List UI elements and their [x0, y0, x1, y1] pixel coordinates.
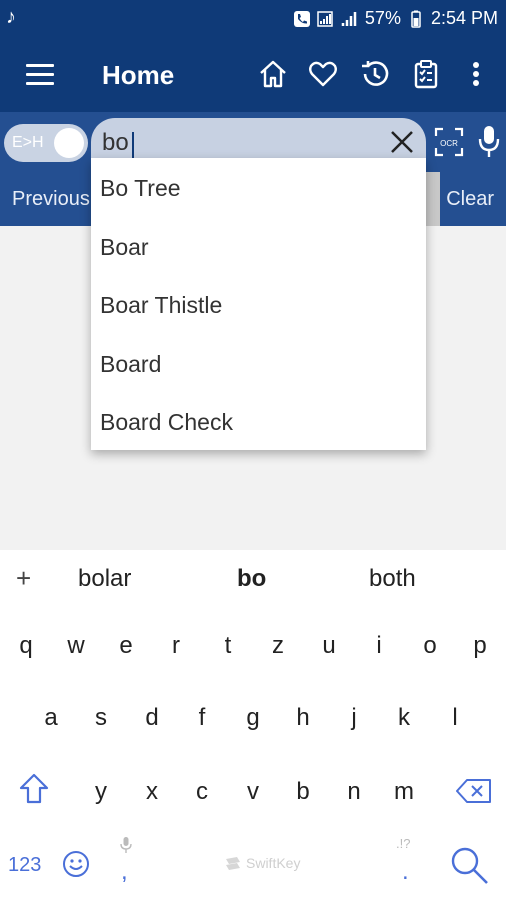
page-title: Home [102, 60, 175, 90]
key[interactable]: e [106, 632, 146, 660]
app-bar: Home [0, 38, 506, 112]
key[interactable]: i [359, 632, 399, 660]
key[interactable]: v [233, 778, 273, 806]
key[interactable]: g [233, 704, 273, 732]
key[interactable]: h [283, 704, 323, 732]
text-cursor [132, 132, 134, 160]
key[interactable]: s [81, 704, 121, 732]
keyboard-brand: SwiftKey [246, 855, 301, 871]
battery-percent: 57% [364, 8, 401, 28]
prediction-left[interactable]: bolar [78, 565, 131, 593]
phone-icon [293, 10, 310, 27]
clipboard-icon[interactable] [410, 58, 442, 90]
key[interactable]: f [182, 704, 222, 732]
ocr-scan-icon[interactable]: OCR [434, 127, 464, 157]
key[interactable]: w [56, 632, 96, 660]
key[interactable]: u [309, 632, 349, 660]
status-bar: ♪ 57% 2:54 PM [0, 0, 506, 38]
suggestion-item[interactable]: Boar Thistle [91, 275, 426, 334]
backspace-icon[interactable] [456, 778, 492, 804]
key[interactable]: t [208, 632, 248, 660]
key[interactable]: m [384, 778, 424, 806]
key[interactable]: l [435, 704, 475, 732]
history-icon[interactable] [359, 58, 391, 90]
plus-icon[interactable]: + [16, 563, 31, 594]
suggestion-item[interactable]: Board [91, 334, 426, 393]
favorite-icon[interactable] [307, 58, 339, 90]
clear-button[interactable]: Clear [446, 188, 494, 211]
clock: 2:54 PM [430, 8, 498, 28]
cell-signal-icon [341, 11, 357, 26]
keyboard: + bolar bo both q w e r t z u i o p a s … [0, 550, 506, 900]
period-key[interactable]: . [402, 858, 409, 886]
menu-icon[interactable] [26, 64, 54, 86]
key[interactable]: k [384, 704, 424, 732]
prediction-right[interactable]: both [369, 565, 416, 593]
key[interactable]: q [6, 632, 46, 660]
suggestion-item[interactable]: Board Check [91, 392, 426, 451]
key[interactable]: x [132, 778, 172, 806]
suggestions-dropdown: Bo Tree Boar Boar Thistle Board Board Ch… [91, 158, 426, 450]
status-icons: 57% 2:54 PM [293, 8, 498, 29]
key[interactable]: p [460, 632, 500, 660]
language-toggle[interactable]: E>H [4, 124, 88, 162]
microphone-icon[interactable] [478, 124, 500, 160]
key[interactable]: y [81, 778, 121, 806]
suggestion-item[interactable]: Bo Tree [91, 158, 426, 217]
battery-icon [411, 10, 421, 28]
key[interactable]: c [182, 778, 222, 806]
key[interactable]: j [334, 704, 374, 732]
more-options-icon[interactable] [460, 58, 492, 90]
clear-search-icon[interactable] [388, 128, 416, 156]
numbers-key[interactable]: 123 [8, 854, 41, 877]
key[interactable]: a [31, 704, 71, 732]
comma-key[interactable]: , [121, 858, 128, 886]
punctuation-hint: .!? [396, 836, 411, 851]
key[interactable]: n [334, 778, 374, 806]
previous-button[interactable]: Previous [12, 188, 90, 211]
svg-text:OCR: OCR [440, 139, 458, 148]
key[interactable]: r [156, 632, 196, 660]
keyboard-mic-icon [120, 837, 132, 853]
key[interactable]: b [283, 778, 323, 806]
suggestion-item[interactable]: Boar [91, 217, 426, 276]
key[interactable]: o [410, 632, 450, 660]
toggle-knob [54, 128, 84, 158]
key[interactable]: z [258, 632, 298, 660]
home-icon[interactable] [257, 58, 289, 90]
swiftkey-logo-icon [226, 857, 240, 870]
search-key-icon[interactable] [448, 844, 490, 886]
key[interactable]: d [132, 704, 172, 732]
signal-icon [317, 10, 333, 27]
prediction-center[interactable]: bo [237, 565, 266, 593]
language-toggle-label: E>H [12, 134, 44, 151]
shift-icon[interactable] [18, 772, 50, 806]
music-note-icon: ♪ [6, 6, 16, 28]
emoji-icon[interactable] [62, 850, 90, 878]
nav-divider [426, 172, 440, 226]
search-input[interactable] [102, 126, 372, 160]
